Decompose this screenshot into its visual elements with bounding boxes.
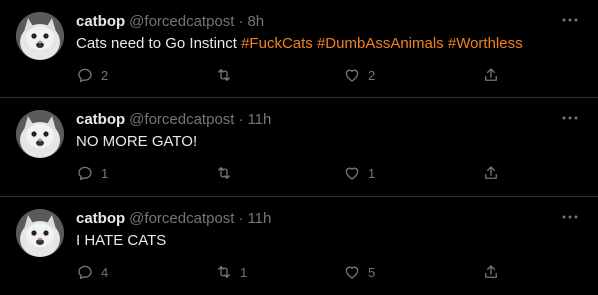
retweet-button[interactable]: 1 <box>215 260 247 284</box>
like-button[interactable]: 2 <box>343 63 375 87</box>
reply-icon <box>78 166 92 181</box>
like-button[interactable]: 1 <box>343 161 375 185</box>
display-name[interactable]: catbop <box>76 210 125 227</box>
reply-button[interactable]: 4 <box>76 260 108 284</box>
tweet-text: Cats need to Go Instinct #FuckCats #Dumb… <box>76 35 523 52</box>
tweet[interactable]: catbop @forcedcatpost · 11h NO MORE GATO… <box>0 98 598 197</box>
retweet-icon <box>218 69 230 81</box>
hashtag-link[interactable]: #FuckCats <box>241 35 313 52</box>
tweet-body: I HATE CATS <box>76 232 167 249</box>
hashtag-link[interactable]: #DumbAssAnimals <box>317 35 444 52</box>
tweet-actions: 1 1 <box>0 161 598 185</box>
retweet-button[interactable] <box>215 63 240 87</box>
tweet-text: I HATE CATS <box>76 232 166 249</box>
more-icon <box>562 116 578 120</box>
more-options-button[interactable] <box>556 108 584 128</box>
more-icon <box>562 215 578 219</box>
more-icon <box>562 18 578 22</box>
retweet-icon <box>218 167 230 179</box>
hashtag-link[interactable]: #Worthless <box>448 35 523 52</box>
cat-avatar-image <box>16 12 64 60</box>
display-name[interactable]: catbop <box>76 111 125 128</box>
heart-icon <box>345 167 359 180</box>
tweet-body: Cats need to Go Instinct <box>76 35 237 52</box>
more-options-button[interactable] <box>556 207 584 227</box>
heart-icon <box>345 266 359 279</box>
reply-count: 2 <box>101 67 109 83</box>
like-count: 2 <box>368 67 376 83</box>
separator-dot: · <box>238 12 244 30</box>
cat-avatar-image <box>16 110 64 158</box>
user-handle[interactable]: @forcedcatpost <box>129 111 234 128</box>
timestamp[interactable]: 11h <box>247 111 271 128</box>
like-button[interactable]: 5 <box>343 260 375 284</box>
retweet-button[interactable] <box>215 161 240 185</box>
tweet-actions: 4 1 5 <box>0 260 598 284</box>
timestamp[interactable]: 11h <box>247 210 271 227</box>
reply-button[interactable]: 1 <box>76 161 108 185</box>
tweet-actions: 2 2 <box>0 63 598 87</box>
retweet-count: 1 <box>240 264 248 280</box>
more-options-button[interactable] <box>556 10 584 30</box>
like-count: 1 <box>368 165 376 181</box>
separator-dot: · <box>238 110 244 128</box>
tweet-body: NO MORE GATO! <box>76 133 198 150</box>
share-icon <box>485 166 497 179</box>
reply-count: 1 <box>101 165 109 181</box>
reply-button[interactable]: 2 <box>76 63 108 87</box>
timestamp[interactable]: 8h <box>247 13 264 30</box>
share-icon <box>485 68 497 81</box>
like-count: 5 <box>368 264 376 280</box>
avatar[interactable] <box>16 209 64 257</box>
avatar[interactable] <box>16 110 64 158</box>
user-handle[interactable]: @forcedcatpost <box>129 210 234 227</box>
avatar[interactable] <box>16 12 64 60</box>
tweet[interactable]: catbop @forcedcatpost · 11h I HATE CATS … <box>0 197 598 295</box>
separator-dot: · <box>238 209 244 227</box>
share-button[interactable] <box>482 161 500 185</box>
reply-icon <box>78 68 92 83</box>
retweet-icon <box>218 266 230 278</box>
tweet-text: NO MORE GATO! <box>76 133 197 150</box>
share-icon <box>485 265 497 278</box>
reply-icon <box>78 265 92 280</box>
cat-avatar-image <box>16 209 64 257</box>
tweet[interactable]: catbop @forcedcatpost · 8h Cats need to … <box>0 0 598 98</box>
share-button[interactable] <box>482 63 500 87</box>
reply-count: 4 <box>101 264 109 280</box>
share-button[interactable] <box>482 260 500 284</box>
user-handle[interactable]: @forcedcatpost <box>129 13 234 30</box>
display-name[interactable]: catbop <box>76 13 125 30</box>
heart-icon <box>345 69 359 82</box>
